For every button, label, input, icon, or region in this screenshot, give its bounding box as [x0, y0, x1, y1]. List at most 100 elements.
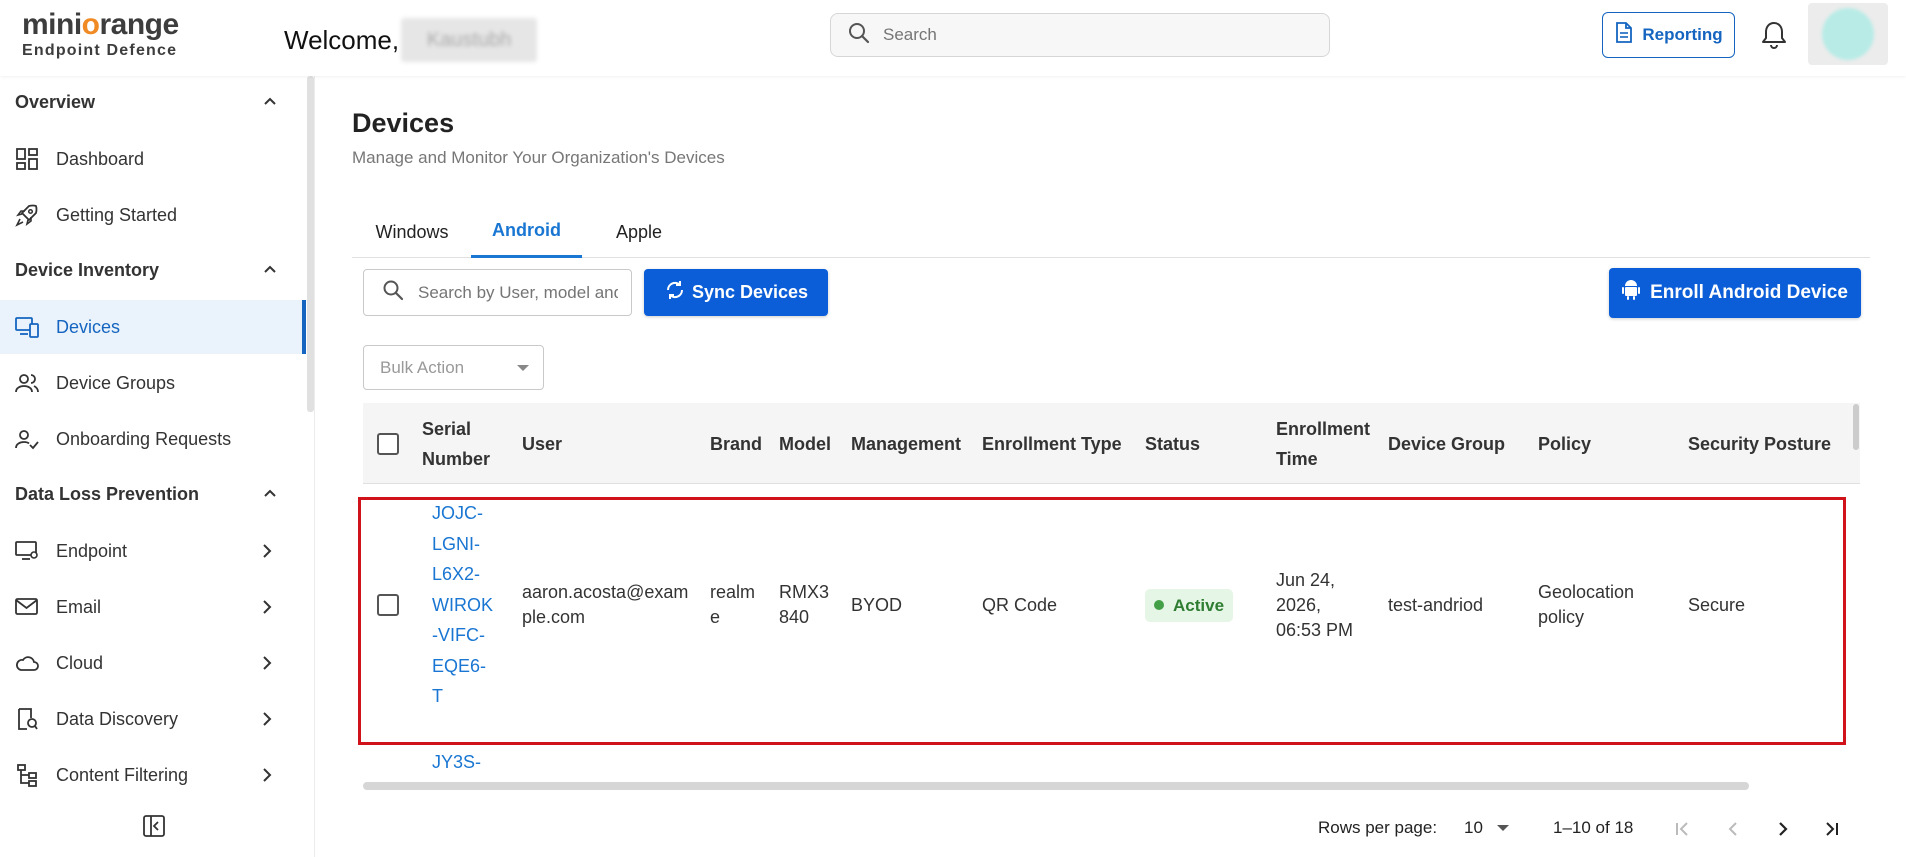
sidebar-item-endpoint[interactable]: Endpoint [0, 524, 306, 578]
sidebar-item-device-groups[interactable]: Device Groups [0, 356, 306, 410]
cell-model: RMX3 840 [779, 582, 830, 627]
serial-number-link[interactable]: JY3S- [432, 747, 481, 778]
col-enrollment-type[interactable]: Enrollment Type [982, 403, 1122, 484]
document-icon [1614, 21, 1634, 49]
sidebar-section-overview[interactable]: Overview [0, 76, 300, 128]
sidebar-item-dashboard[interactable]: Dashboard [0, 132, 306, 186]
user-avatar-button[interactable] [1808, 3, 1888, 65]
mail-icon [15, 595, 39, 619]
table-vertical-scrollbar[interactable] [1853, 404, 1859, 450]
first-page-icon[interactable] [1670, 816, 1696, 842]
android-icon [1622, 279, 1641, 307]
cloud-icon [15, 651, 39, 675]
col-policy[interactable]: Policy [1538, 403, 1591, 484]
cell-security-posture: Secure [1688, 594, 1746, 615]
sidebar-section-data-loss-prevention[interactable]: Data Loss Prevention [0, 468, 300, 520]
col-enrollment-time[interactable]: Enrollment Time [1276, 403, 1370, 484]
cell-device-group: test-andriod [1388, 594, 1484, 615]
filter-tree-icon [15, 763, 39, 787]
sidebar-scrollbar[interactable] [307, 76, 314, 412]
table-row[interactable]: JOJC- LGNI- L6X2- WIROK -VIFC- EQE6- T a… [363, 497, 1860, 745]
devices-icon [15, 315, 39, 339]
sync-devices-button[interactable]: Sync Devices [644, 269, 828, 316]
reporting-button[interactable]: Reporting [1602, 12, 1735, 58]
tab-windows[interactable]: Windows [372, 206, 452, 258]
chevron-right-icon [260, 543, 274, 564]
sidebar-section-device-inventory[interactable]: Device Inventory [0, 244, 300, 296]
col-brand[interactable]: Brand [710, 403, 762, 484]
monitor-settings-icon [15, 539, 39, 563]
status-dot-icon [1154, 600, 1164, 610]
table-horizontal-scrollbar[interactable] [363, 782, 1749, 790]
chevron-up-icon [262, 93, 278, 114]
global-search-input[interactable] [883, 25, 1303, 45]
cell-brand: realm e [710, 582, 756, 627]
sidebar-item-getting-started[interactable]: Getting Started [0, 188, 306, 242]
col-status[interactable]: Status [1145, 403, 1200, 484]
global-search[interactable] [830, 13, 1330, 57]
cell-enrollment-time: Jun 24, 2026, 06:53 PM [1276, 569, 1354, 640]
user-name: Kaustubh [401, 18, 538, 62]
user-check-icon [15, 427, 39, 451]
cell-management: BYOD [851, 594, 903, 615]
enroll-android-device-button[interactable]: Enroll Android Device [1609, 268, 1861, 318]
table-row[interactable]: JY3S- [363, 747, 1860, 787]
sidebar-collapse-icon[interactable] [142, 814, 166, 838]
caret-down-icon [517, 365, 529, 371]
chevron-right-icon [260, 711, 274, 732]
caret-down-icon [1496, 825, 1509, 831]
device-search-input[interactable] [418, 282, 618, 303]
chevron-right-icon [260, 767, 274, 788]
prev-page-icon[interactable] [1720, 816, 1746, 842]
cell-policy: Geolocation policy [1538, 582, 1635, 627]
users-icon [15, 371, 39, 395]
row-checkbox[interactable] [377, 497, 399, 713]
col-management[interactable]: Management [851, 403, 961, 484]
app-logo[interactable]: miniorange Endpoint Defence [22, 8, 202, 60]
devices-table: Serial Number User Brand Model Managemen… [363, 403, 1860, 787]
rocket-icon [15, 203, 39, 227]
page-subtitle: Manage and Monitor Your Organization's D… [352, 148, 725, 167]
sidebar-item-data-discovery[interactable]: Data Discovery [0, 692, 306, 746]
notification-bell-icon[interactable] [1759, 18, 1789, 52]
serial-number-link[interactable]: JOJC- LGNI- L6X2- WIROK -VIFC- EQE6- T [432, 497, 493, 713]
page-title: Devices [352, 108, 455, 138]
rows-per-page-label: Rows per page: [1318, 818, 1438, 837]
sync-icon [664, 278, 686, 307]
tab-apple[interactable]: Apple [604, 206, 674, 258]
sidebar-item-onboarding-requests[interactable]: Onboarding Requests [0, 412, 306, 466]
search-icon [382, 279, 404, 306]
bulk-action-select[interactable]: Bulk Action [363, 345, 544, 390]
device-search[interactable] [363, 269, 632, 316]
pagination-range: 1–10 of 18 [1553, 818, 1634, 837]
table-header: Serial Number User Brand Model Managemen… [363, 403, 1860, 484]
col-user[interactable]: User [522, 403, 562, 484]
sidebar-item-content-filtering[interactable]: Content Filtering [0, 748, 306, 802]
col-device-group[interactable]: Device Group [1388, 403, 1505, 484]
chevron-up-icon [262, 485, 278, 506]
next-page-icon[interactable] [1770, 816, 1796, 842]
cell-status: Active [1145, 497, 1234, 713]
platform-tabs: Windows Android Apple [352, 206, 1870, 258]
chevron-up-icon [262, 261, 278, 282]
status-badge: Active [1145, 588, 1234, 622]
select-all-checkbox[interactable] [377, 403, 399, 484]
search-icon [847, 21, 871, 50]
sidebar-item-cloud[interactable]: Cloud [0, 636, 306, 690]
chevron-right-icon [260, 599, 274, 620]
cell-enrollment-type: QR Code [982, 594, 1058, 615]
rows-per-page-select[interactable]: 10 [1464, 818, 1509, 838]
last-page-icon[interactable] [1819, 816, 1845, 842]
cell-user: aaron.acosta@exam ple.com [522, 582, 689, 627]
file-search-icon [15, 707, 39, 731]
chevron-right-icon [260, 655, 274, 676]
dashboard-icon [15, 147, 39, 171]
tab-android[interactable]: Android [471, 206, 582, 258]
welcome-message: Welcome, Kaustubh [284, 18, 538, 62]
col-model[interactable]: Model [779, 403, 831, 484]
col-serial-number[interactable]: Serial Number [422, 403, 490, 484]
sidebar: Overview Dashboard Getting Started Devic… [0, 76, 315, 857]
sidebar-item-devices[interactable]: Devices [0, 300, 306, 354]
sidebar-item-email[interactable]: Email [0, 580, 306, 634]
col-security-posture[interactable]: Security Posture [1688, 403, 1831, 484]
